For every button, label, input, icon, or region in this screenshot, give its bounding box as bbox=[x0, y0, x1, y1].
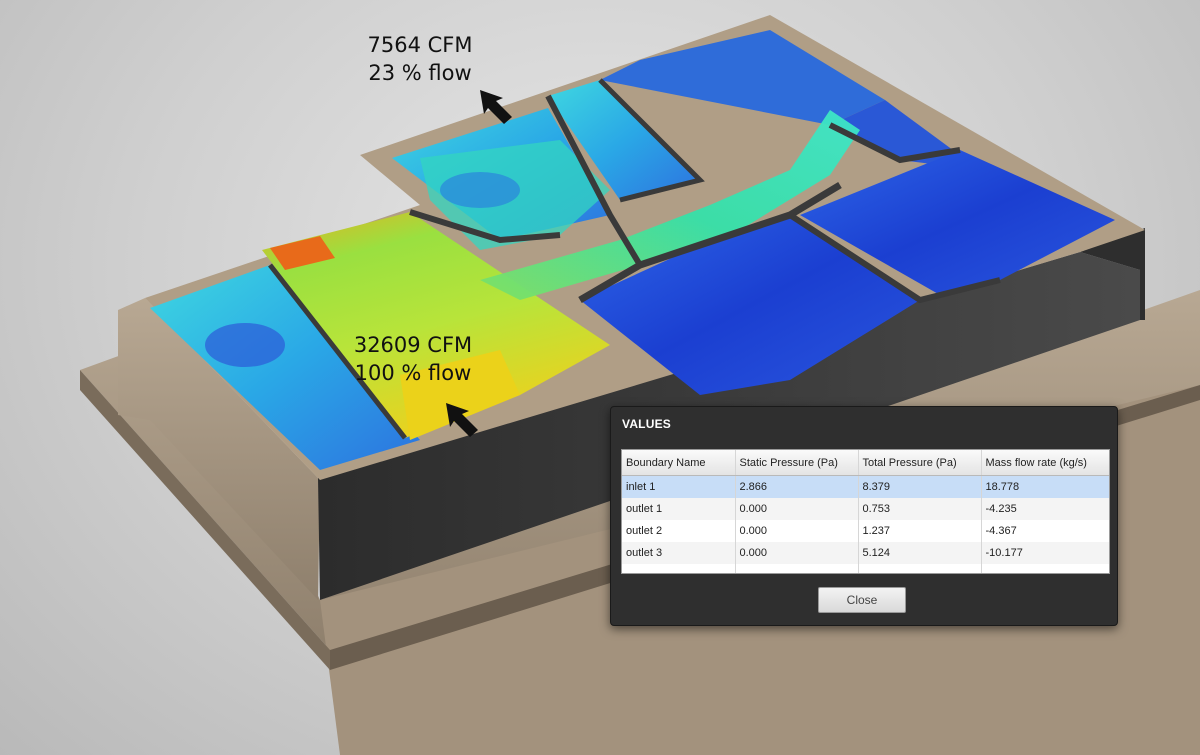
table-row[interactable]: outlet 1 0.000 0.753 -4.235 bbox=[622, 498, 1109, 520]
inlet-cfm-label: 32609 CFM bbox=[353, 333, 473, 357]
cell-boundary-name: outlet 2 bbox=[622, 520, 736, 542]
values-dialog[interactable]: VALUES Boundary Name Static Pressure (Pa… bbox=[610, 406, 1118, 626]
cell-total-pressure: 1.237 bbox=[858, 520, 982, 542]
column-header-boundary-name[interactable]: Boundary Name bbox=[622, 450, 736, 476]
cell-mass-flow-rate: -4.367 bbox=[981, 520, 1109, 542]
table-row[interactable]: inlet 1 2.866 8.379 18.778 bbox=[622, 475, 1109, 498]
inlet-flow-percent-label: 100 % flow bbox=[354, 361, 472, 385]
table-row[interactable]: outlet 3 0.000 5.124 -10.177 bbox=[622, 542, 1109, 564]
cell-static-pressure: 2.866 bbox=[735, 475, 859, 498]
table-empty-row bbox=[622, 564, 1109, 573]
cell-total-pressure: 8.379 bbox=[858, 475, 982, 498]
column-header-mass-flow-rate[interactable]: Mass flow rate (kg/s) bbox=[981, 450, 1109, 476]
cell-static-pressure: 0.000 bbox=[735, 520, 859, 542]
inlet-flow-annotation: 32609 CFM 100 % flow bbox=[328, 331, 498, 387]
dialog-title: VALUES bbox=[622, 417, 671, 431]
cfd-model-viewport[interactable] bbox=[0, 0, 1200, 755]
cell-static-pressure: 0.000 bbox=[735, 498, 859, 520]
cell-static-pressure: 0.000 bbox=[735, 542, 859, 564]
low-flow-pocket-upper bbox=[440, 172, 520, 208]
table-header-row: Boundary Name Static Pressure (Pa) Total… bbox=[622, 450, 1109, 476]
low-flow-pocket-left bbox=[205, 323, 285, 367]
cell-total-pressure: 0.753 bbox=[858, 498, 982, 520]
cell-mass-flow-rate: -10.177 bbox=[981, 542, 1109, 564]
column-header-static-pressure[interactable]: Static Pressure (Pa) bbox=[735, 450, 859, 476]
values-table[interactable]: Boundary Name Static Pressure (Pa) Total… bbox=[621, 449, 1110, 574]
cell-boundary-name: inlet 1 bbox=[622, 475, 736, 498]
column-header-total-pressure[interactable]: Total Pressure (Pa) bbox=[858, 450, 982, 476]
cell-total-pressure: 5.124 bbox=[858, 542, 982, 564]
cell-boundary-name: outlet 3 bbox=[622, 542, 736, 564]
outlet-cfm-label: 7564 CFM bbox=[367, 33, 473, 57]
cell-boundary-name: outlet 1 bbox=[622, 498, 736, 520]
cell-mass-flow-rate: -4.235 bbox=[981, 498, 1109, 520]
cell-mass-flow-rate: 18.778 bbox=[981, 475, 1109, 498]
table-row[interactable]: outlet 2 0.000 1.237 -4.367 bbox=[622, 520, 1109, 542]
close-button[interactable]: Close bbox=[818, 587, 906, 613]
outlet-flow-annotation: 7564 CFM 23 % flow bbox=[340, 31, 500, 87]
outlet-flow-percent-label: 23 % flow bbox=[368, 61, 472, 85]
